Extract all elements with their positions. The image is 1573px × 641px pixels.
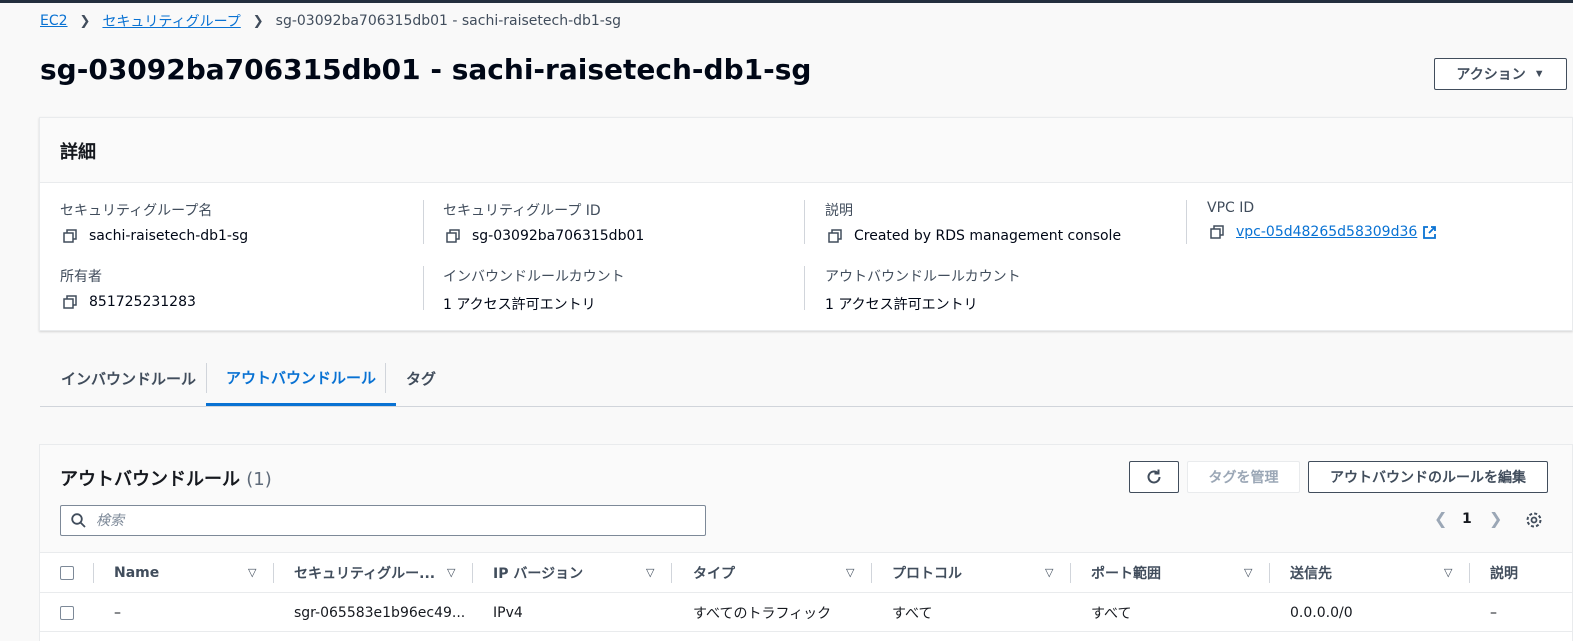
divider (423, 200, 424, 244)
breadcrumb: EC2 ❯ セキュリティグループ ❯ sg-03092ba706315db01 … (40, 11, 621, 31)
cell-name: – (114, 604, 121, 621)
column-divider (1070, 563, 1071, 583)
vpc-label: VPC ID (1207, 200, 1255, 216)
column-type[interactable]: タイプ (693, 553, 735, 592)
divider (804, 266, 805, 310)
sort-icon[interactable]: ▽ (646, 566, 654, 579)
rules-title-text: アウトバウンドルール (60, 469, 240, 490)
chevron-right-icon: ❯ (79, 13, 91, 29)
breadcrumb-current: sg-03092ba706315db01 - sachi-raisetech-d… (275, 13, 622, 29)
cell-description: – (1490, 604, 1497, 621)
chevron-left-icon[interactable]: ❮ (1434, 509, 1447, 528)
sg-name-value: sachi-raisetech-db1-sg (89, 228, 249, 244)
breadcrumb-security-groups[interactable]: セキュリティグループ (102, 11, 240, 31)
outbound-count-label: アウトバウンドルールカウント (825, 269, 1021, 285)
copy-icon[interactable] (63, 229, 77, 243)
tab-divider (385, 363, 386, 393)
outbound-rules-panel: アウトバウンドルール (1) タグを管理 アウトバウンドのルールを編集 ❮ 1 … (39, 444, 1573, 641)
gear-icon[interactable] (1525, 511, 1543, 529)
column-divider (1469, 563, 1470, 583)
divider (1186, 200, 1187, 244)
divider (804, 200, 805, 244)
inbound-count-label: インバウンドルールカウント (443, 269, 625, 285)
details-title: 詳細 (40, 118, 1572, 183)
page-number[interactable]: 1 (1462, 511, 1472, 527)
tab-list: インバウンドルール アウトバウンドルール タグ (40, 351, 1573, 407)
column-divider (472, 563, 473, 583)
sg-id-field: セキュリティグループ ID sg-03092ba706315db01 (443, 200, 644, 244)
column-divider (93, 563, 94, 583)
vpc-field: VPC ID vpc-05d48265d58309d36 (1207, 200, 1437, 240)
cell-ip-version: IPv4 (493, 604, 523, 621)
sg-id-value: sg-03092ba706315db01 (472, 228, 645, 244)
sg-name-field: セキュリティグループ名 sachi-raisetech-db1-sg (60, 200, 248, 244)
column-description[interactable]: 説明 (1490, 553, 1518, 592)
copy-icon[interactable] (63, 295, 77, 309)
search-field[interactable] (60, 505, 706, 536)
row-checkbox[interactable] (60, 606, 74, 620)
column-protocol[interactable]: プロトコル (892, 553, 962, 592)
sort-icon[interactable]: ▽ (846, 566, 854, 579)
sort-icon[interactable]: ▽ (248, 566, 256, 579)
sg-name-label: セキュリティグループ名 (60, 203, 213, 219)
vpc-link[interactable]: vpc-05d48265d58309d36 (1236, 224, 1417, 240)
rules-count: (1) (246, 469, 272, 490)
column-port-range[interactable]: ポート範囲 (1091, 553, 1161, 592)
refresh-button[interactable] (1129, 461, 1179, 493)
refresh-icon (1147, 469, 1161, 484)
manage-tags-button[interactable]: タグを管理 (1187, 461, 1300, 493)
sort-icon[interactable]: ▽ (1244, 566, 1252, 579)
copy-icon[interactable] (828, 229, 842, 243)
search-icon (71, 513, 86, 528)
tab-outbound-rules[interactable]: アウトバウンドルール (206, 351, 397, 406)
column-divider (273, 563, 274, 583)
owner-value: 851725231283 (89, 294, 196, 310)
copy-icon[interactable] (446, 229, 460, 243)
details-panel: 詳細 セキュリティグループ名 sachi-raisetech-db1-sg セキ… (39, 117, 1573, 331)
owner-label: 所有者 (60, 269, 102, 285)
inbound-count-field: インバウンドルールカウント 1 アクセス許可エントリ (443, 266, 625, 314)
caret-down-icon: ▼ (1533, 68, 1545, 80)
tab-tags[interactable]: タグ (406, 351, 436, 406)
column-name[interactable]: Name (114, 553, 159, 592)
inbound-count-value: 1 アクセス許可エントリ (443, 297, 596, 313)
cell-protocol: すべて (892, 605, 933, 622)
sort-icon[interactable]: ▽ (1045, 566, 1053, 579)
rules-title: アウトバウンドルール (1) (60, 465, 272, 491)
column-divider (1269, 563, 1270, 583)
actions-label: アクション (1456, 66, 1526, 82)
table-header: Name ▽ セキュリティグルー... ▽ IP バージョン ▽ タイプ ▽ プ… (40, 553, 1573, 593)
search-input[interactable] (96, 512, 676, 529)
copy-icon[interactable] (1210, 225, 1224, 239)
owner-field: 所有者 851725231283 (60, 266, 196, 310)
column-destination[interactable]: 送信先 (1290, 553, 1332, 592)
column-divider (871, 563, 872, 583)
cell-destination: 0.0.0.0/0 (1290, 604, 1353, 621)
cell-port-range: すべて (1091, 605, 1132, 622)
edit-outbound-rules-button[interactable]: アウトバウンドのルールを編集 (1308, 461, 1548, 493)
sort-icon[interactable]: ▽ (1444, 566, 1452, 579)
column-ip-version[interactable]: IP バージョン (493, 553, 583, 592)
column-security-group-rule-id[interactable]: セキュリティグルー... (294, 553, 435, 592)
table-row[interactable]: – sgr-065583e1b96ec49... IPv4 すべてのトラフィック… (40, 594, 1573, 632)
outbound-count-value: 1 アクセス許可エントリ (825, 297, 978, 313)
chevron-right-icon[interactable]: ❯ (1489, 509, 1502, 528)
actions-button[interactable]: アクション ▼ (1434, 58, 1567, 90)
column-divider (671, 563, 672, 583)
sort-icon[interactable]: ▽ (447, 566, 455, 579)
page-title: sg-03092ba706315db01 - sachi-raisetech-d… (40, 53, 812, 86)
external-link-icon (1423, 225, 1437, 239)
outbound-count-field: アウトバウンドルールカウント 1 アクセス許可エントリ (825, 266, 1021, 314)
sg-id-label: セキュリティグループ ID (443, 203, 601, 219)
tab-inbound-rules[interactable]: インバウンドルール (61, 351, 196, 406)
description-label: 説明 (825, 203, 853, 219)
chevron-right-icon: ❯ (252, 13, 264, 29)
select-all-checkbox[interactable] (60, 566, 74, 580)
divider (423, 266, 424, 310)
breadcrumb-ec2[interactable]: EC2 (40, 13, 68, 29)
cell-type: すべてのトラフィック (693, 605, 832, 622)
cell-rule-id: sgr-065583e1b96ec49... (294, 604, 466, 621)
description-value: Created by RDS management console (854, 228, 1122, 244)
description-field: 説明 Created by RDS management console (825, 200, 1121, 244)
